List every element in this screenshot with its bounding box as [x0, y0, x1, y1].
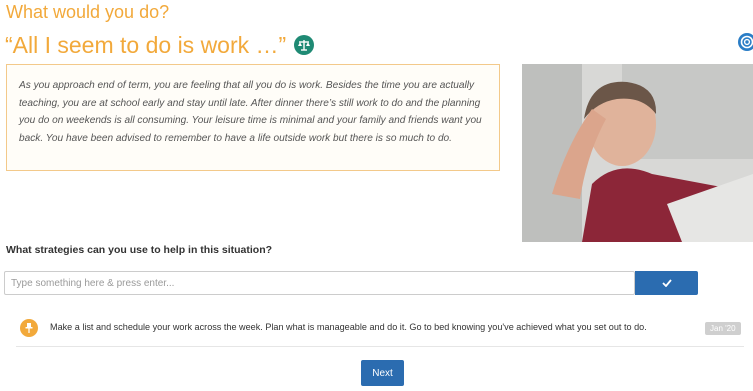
response-item: Make a list and schedule your work acros… [16, 310, 744, 347]
scenario-photo [522, 64, 753, 242]
strategy-input-wrapper [4, 271, 635, 295]
response-text: Make a list and schedule your work acros… [50, 322, 647, 332]
scales-icon [294, 35, 315, 55]
strategy-input[interactable] [5, 272, 634, 294]
scenario-box: As you approach end of term, you are fee… [6, 64, 500, 171]
page-title: “All I seem to do is work …” [5, 31, 287, 58]
strategy-question: What strategies can you use to help in t… [6, 244, 273, 256]
pin-icon [20, 319, 38, 337]
title-row: “All I seem to do is work …” [5, 30, 315, 60]
checkmark-icon [661, 274, 672, 292]
date-badge: Jan '20 [705, 322, 741, 335]
next-button[interactable]: Next [361, 360, 404, 386]
page-kicker: What would you do? [6, 2, 170, 22]
scenario-text: As you approach end of term, you are fee… [19, 80, 482, 144]
submit-button[interactable] [635, 271, 698, 295]
life-ring-icon[interactable] [738, 33, 753, 51]
